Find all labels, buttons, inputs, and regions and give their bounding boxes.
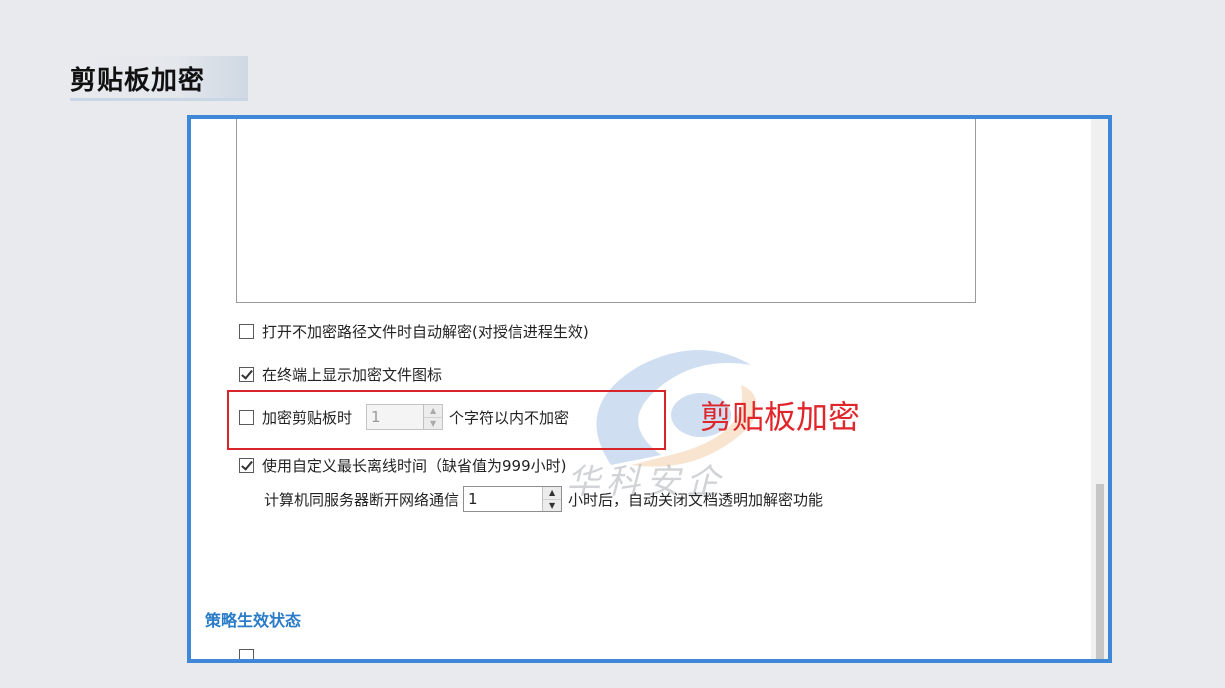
offline-prefix: 计算机同服务器断开网络通信 (264, 490, 460, 509)
auto-decrypt-label: 打开不加密路径文件时自动解密(对授信进程生效) (262, 323, 589, 341)
highlight-box (227, 390, 666, 450)
option-auto-decrypt[interactable]: 打开不加密路径文件时自动解密(对授信进程生效) (239, 321, 589, 342)
policy-status-title: 策略生效状态 (205, 611, 302, 630)
option-show-icon[interactable]: 在终端上显示加密文件图标 (239, 364, 442, 385)
auto-decrypt-checkbox[interactable] (239, 324, 254, 339)
slide-title-banner: 剪贴板加密 (70, 56, 248, 101)
offline-hours-value[interactable]: 1 (464, 487, 542, 511)
offline-settings-row: 计算机同服务器断开网络通信 1 ▲ ▼ 小时后，自动关闭文档透明加解密功能 (264, 486, 823, 512)
scrollbar-thumb[interactable] (1096, 484, 1104, 659)
offline-hours-stepper[interactable]: 1 ▲ ▼ (463, 486, 563, 512)
offline-time-checkbox[interactable] (239, 458, 254, 473)
offline-time-label: 使用自定义最长离线时间（缺省值为999小时) (262, 457, 567, 475)
stepper-down-icon[interactable]: ▼ (543, 499, 562, 511)
option-offline-time[interactable]: 使用自定义最长离线时间（缺省值为999小时) (239, 455, 566, 476)
partial-hidden-checkbox[interactable] (239, 649, 254, 659)
show-icon-label: 在终端上显示加密文件图标 (262, 366, 443, 384)
offline-suffix: 小时后，自动关闭文档透明加解密功能 (568, 490, 824, 509)
screenshot-frame: 华科安企 打开不加密路径文件时自动解密(对授信进程生效) 在终端上显示加密文件图… (187, 115, 1112, 663)
highlight-annotation: 剪贴板加密 (700, 398, 861, 436)
show-icon-checkbox[interactable] (239, 367, 254, 382)
slide-title: 剪贴板加密 (70, 66, 206, 96)
vertical-scrollbar[interactable] (1091, 119, 1108, 659)
path-list-textarea[interactable] (236, 119, 976, 303)
option-partial-hidden[interactable] (239, 649, 262, 659)
stepper-up-icon[interactable]: ▲ (543, 487, 562, 500)
